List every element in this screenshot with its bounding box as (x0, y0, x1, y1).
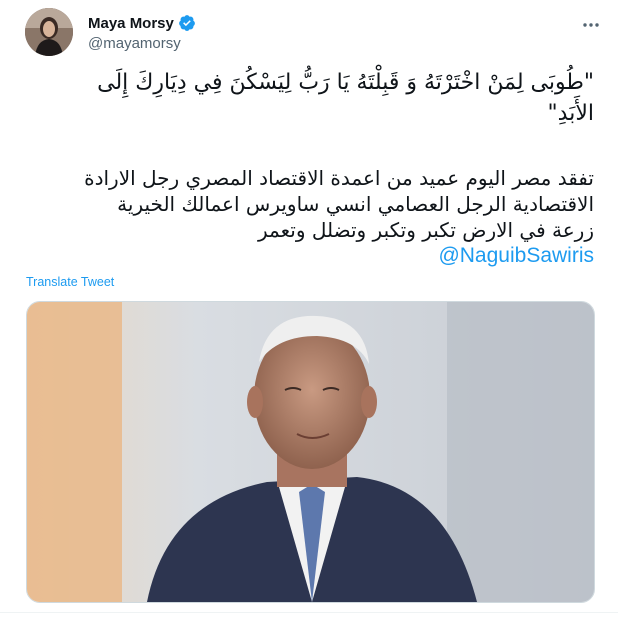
more-options-icon[interactable] (576, 10, 606, 40)
divider (0, 612, 618, 613)
tweet-quote-line-2: الأَبَدِ" (547, 101, 594, 126)
tweet-quote-line-1: "طُوبَى لِمَنْ اخْتَرْتَهُ وَ قَبِلْتَهُ… (97, 70, 594, 95)
author-display-name[interactable]: Maya Morsy (88, 15, 174, 32)
tweet-quote: "طُوبَى لِمَنْ اخْتَرْتَهُ وَ قَبِلْتَهُ… (24, 67, 594, 129)
tweet-body: تفقد مصر اليوم عميد من اعمدة الاقتصاد ال… (24, 165, 594, 243)
verified-badge-icon (178, 14, 196, 32)
author-avatar[interactable] (25, 8, 73, 56)
tweet-body-line-2: الاقتصادية الرجل العصامي انسي ساويرس اعم… (117, 192, 594, 216)
author-name-row: Maya Morsy (88, 14, 196, 32)
avatar-image (25, 8, 73, 56)
tweet-body-line-3: زرعة في الارض تكبر وتكبر وتضلل وتعمر (258, 218, 594, 242)
tweet-body-line-1: تفقد مصر اليوم عميد من اعمدة الاقتصاد ال… (84, 166, 594, 190)
portrait-image (27, 302, 594, 602)
tweet-photo[interactable] (26, 301, 595, 603)
translate-tweet-link[interactable]: Translate Tweet (26, 275, 114, 289)
author-handle[interactable]: @mayamorsy (88, 35, 181, 52)
mention-link[interactable]: @NaguibSawiris (438, 244, 594, 268)
